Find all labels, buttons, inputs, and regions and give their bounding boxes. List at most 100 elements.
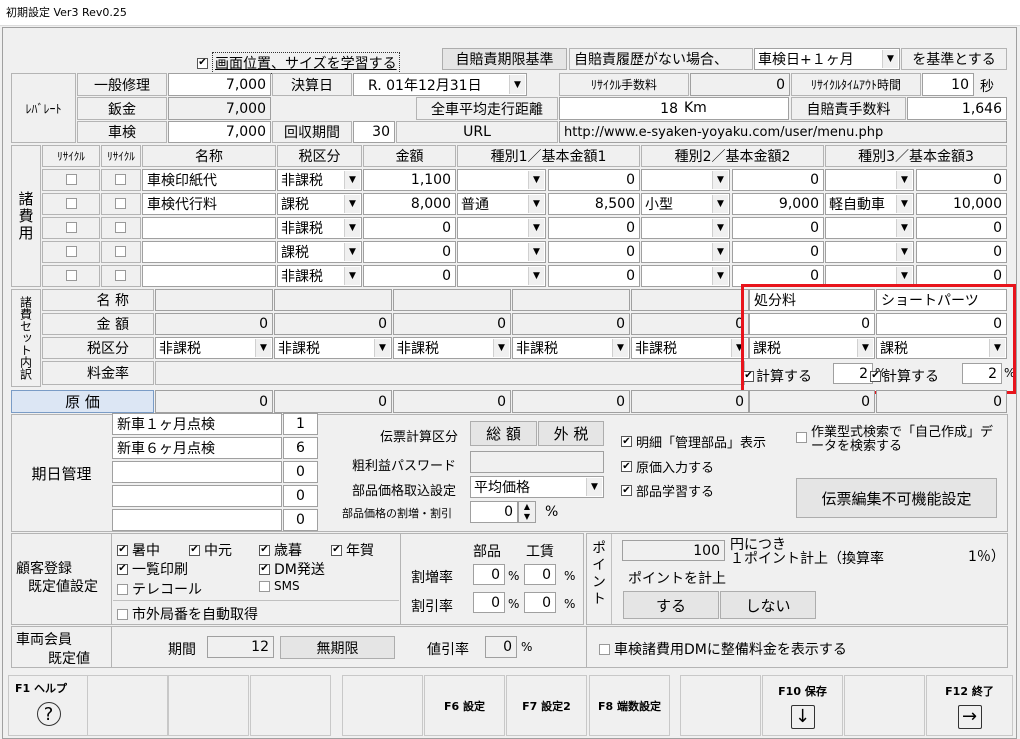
fee-recycle-checkbox[interactable] xyxy=(66,174,77,185)
fee-base2-input[interactable]: 9,000 xyxy=(732,193,824,215)
discount-part-input[interactable]: 0 xyxy=(473,592,505,613)
fee-amount-input[interactable]: 0 xyxy=(363,241,456,263)
schedule-month-input[interactable]: 6 xyxy=(283,437,318,459)
calc-extax-button[interactable]: 外 税 xyxy=(538,421,604,446)
kessan-select[interactable]: R. 01年12月31日 ▼ xyxy=(353,73,527,96)
fkey-11-button[interactable] xyxy=(844,675,925,736)
member-discount-input[interactable]: 0 xyxy=(485,636,517,658)
fkey-6-button[interactable]: F6 設定 xyxy=(424,675,505,736)
schedule-name-input[interactable] xyxy=(112,509,282,531)
schedule-name-input[interactable]: 新車１ヶ月点検 xyxy=(112,413,282,435)
cost-value-input[interactable]: 0 xyxy=(749,390,875,413)
set-tax-select[interactable]: 非課税 ▼ xyxy=(155,337,273,359)
fee-tax-select[interactable]: 課税 ▼ xyxy=(277,193,362,215)
fee-recycle2-checkbox[interactable] xyxy=(115,198,126,209)
set-tax-select[interactable]: 非課税 ▼ xyxy=(274,337,392,359)
set-amount-input[interactable]: 0 xyxy=(512,313,630,335)
schedule-month-input[interactable]: 1 xyxy=(283,413,318,435)
cost-value-input[interactable]: 0 xyxy=(393,390,511,413)
fee-amount-input[interactable]: 0 xyxy=(363,265,456,287)
fee-tax-select[interactable]: 課税 ▼ xyxy=(277,241,362,263)
fee-type3-select[interactable]: ▼ xyxy=(825,217,914,239)
fee-recycle-checkbox[interactable] xyxy=(66,222,77,233)
fee-type1-select[interactable]: ▼ xyxy=(457,169,546,191)
set-amount-input[interactable]: 0 xyxy=(393,313,511,335)
fee-base3-input[interactable]: 0 xyxy=(916,169,1007,191)
chk-self-created[interactable]: 作業型式検索で「自己作成」データを検索する xyxy=(796,426,996,454)
fee-tax-select[interactable]: 非課税 ▼ xyxy=(277,265,362,287)
unlimited-button[interactable]: 無期限 xyxy=(280,636,395,659)
schedule-month-input[interactable]: 0 xyxy=(283,485,318,507)
fee-recycle2-checkbox[interactable] xyxy=(115,246,126,257)
recycle-timeout-value[interactable]: 10 xyxy=(922,73,974,96)
fee-recycle2-checkbox[interactable] xyxy=(115,174,126,185)
fkey-4-button[interactable] xyxy=(250,675,331,736)
chk-manage-parts[interactable]: ✔ 明細「管理部品」表示 xyxy=(621,432,766,451)
fee-type1-select[interactable]: ▼ xyxy=(457,265,546,287)
set-amount-input[interactable]: 0 xyxy=(274,313,392,335)
schedule-month-input[interactable]: 0 xyxy=(283,509,318,531)
schedule-name-input[interactable] xyxy=(112,485,282,507)
learn-position-checkbox[interactable]: ✔ 画面位置、サイズを学習する xyxy=(197,52,400,74)
fkey-9-button[interactable] xyxy=(680,675,761,736)
set-name-input[interactable] xyxy=(512,289,630,311)
fee-recycle2-checkbox[interactable] xyxy=(115,222,126,233)
schedule-name-input[interactable] xyxy=(112,461,282,483)
set-name-input[interactable] xyxy=(393,289,511,311)
fee-base1-input[interactable]: 0 xyxy=(548,169,640,191)
chk-cost-input[interactable]: ✔ 原価入力する xyxy=(621,457,714,476)
fee-type2-select[interactable]: ▼ xyxy=(641,265,730,287)
fee-type2-select[interactable]: 小型 ▼ xyxy=(641,193,730,215)
cost-value-input[interactable]: 0 xyxy=(512,390,630,413)
fkey-2-button[interactable] xyxy=(87,675,168,736)
schedule-month-input[interactable]: 0 xyxy=(283,461,318,483)
cost-value-input[interactable]: 0 xyxy=(274,390,392,413)
customer-option-checkbox[interactable]: ✔ DM発送 xyxy=(259,559,325,579)
dm-show-checkbox[interactable]: 車検諸費用DMに整備料金を表示する xyxy=(599,639,847,659)
fee-type3-select[interactable]: ▼ xyxy=(825,241,914,263)
set-name-input[interactable] xyxy=(155,289,273,311)
fee-name-input[interactable]: 車検代行料 xyxy=(142,193,276,215)
kaishu-value[interactable]: 30 xyxy=(353,121,395,143)
schedule-name-input[interactable]: 新車６ヶ月点検 xyxy=(112,437,282,459)
discount-labor-input[interactable]: 0 xyxy=(524,592,556,613)
fee-recycle-checkbox[interactable] xyxy=(66,270,77,281)
slip-lock-button[interactable]: 伝票編集不可機能設定 xyxy=(796,478,997,518)
period-input[interactable]: 12 xyxy=(207,636,274,658)
customer-option-checkbox[interactable]: ✔ 歳暮 xyxy=(259,540,302,560)
rate-shaken-value[interactable]: 7,000 xyxy=(168,121,271,143)
rate-bankin-value[interactable]: 7,000 xyxy=(168,97,271,120)
fee-base3-input[interactable]: 0 xyxy=(916,217,1007,239)
fee-base2-input[interactable]: 0 xyxy=(732,169,824,191)
set-amount-input[interactable]: 0 xyxy=(155,313,273,335)
customer-option-checkbox[interactable]: ✔ 一覧印刷 xyxy=(117,559,188,579)
rate-general-value[interactable]: 7,000 xyxy=(168,73,271,96)
avg-distance-value[interactable]: 18 xyxy=(559,97,789,120)
spinner-icon[interactable]: ▲ ▼ xyxy=(518,501,536,523)
fee-base2-input[interactable]: 0 xyxy=(732,241,824,263)
fkey-3-button[interactable] xyxy=(168,675,249,736)
fkey-10-button[interactable]: F10 保存 ↓ xyxy=(762,675,843,736)
fee-type2-select[interactable]: ▼ xyxy=(641,217,730,239)
fee-recycle2-checkbox[interactable] xyxy=(115,270,126,281)
set-tax-select[interactable]: 非課税 ▼ xyxy=(393,337,511,359)
cost-value-input[interactable]: 0 xyxy=(876,390,1007,413)
fee-type1-select[interactable]: ▼ xyxy=(457,217,546,239)
customer-option-checkbox[interactable]: SMS xyxy=(259,579,300,593)
fee-base3-input[interactable]: 10,000 xyxy=(916,193,1007,215)
point-yes-button[interactable]: する xyxy=(623,591,719,619)
fee-name-input[interactable] xyxy=(142,217,276,239)
fee-amount-input[interactable]: 8,000 xyxy=(363,193,456,215)
customer-option-checkbox[interactable]: 市外局番を自動取得 xyxy=(117,604,258,624)
fkey-7-button[interactable]: F7 設定2 xyxy=(506,675,587,736)
fkey-5-button[interactable] xyxy=(342,675,423,736)
point-amount-input[interactable]: 100 xyxy=(622,540,725,561)
fee-tax-select[interactable]: 非課税 ▼ xyxy=(277,169,362,191)
fee-type2-select[interactable]: ▼ xyxy=(641,169,730,191)
fee-type2-select[interactable]: ▼ xyxy=(641,241,730,263)
point-no-button[interactable]: しない xyxy=(720,591,816,619)
fee-tax-select[interactable]: 非課税 ▼ xyxy=(277,217,362,239)
set-tax-select[interactable]: 非課税 ▼ xyxy=(512,337,630,359)
fkey-1-button[interactable]: F1 ヘルプ? xyxy=(8,675,89,736)
fee-name-input[interactable]: 車検印紙代 xyxy=(142,169,276,191)
